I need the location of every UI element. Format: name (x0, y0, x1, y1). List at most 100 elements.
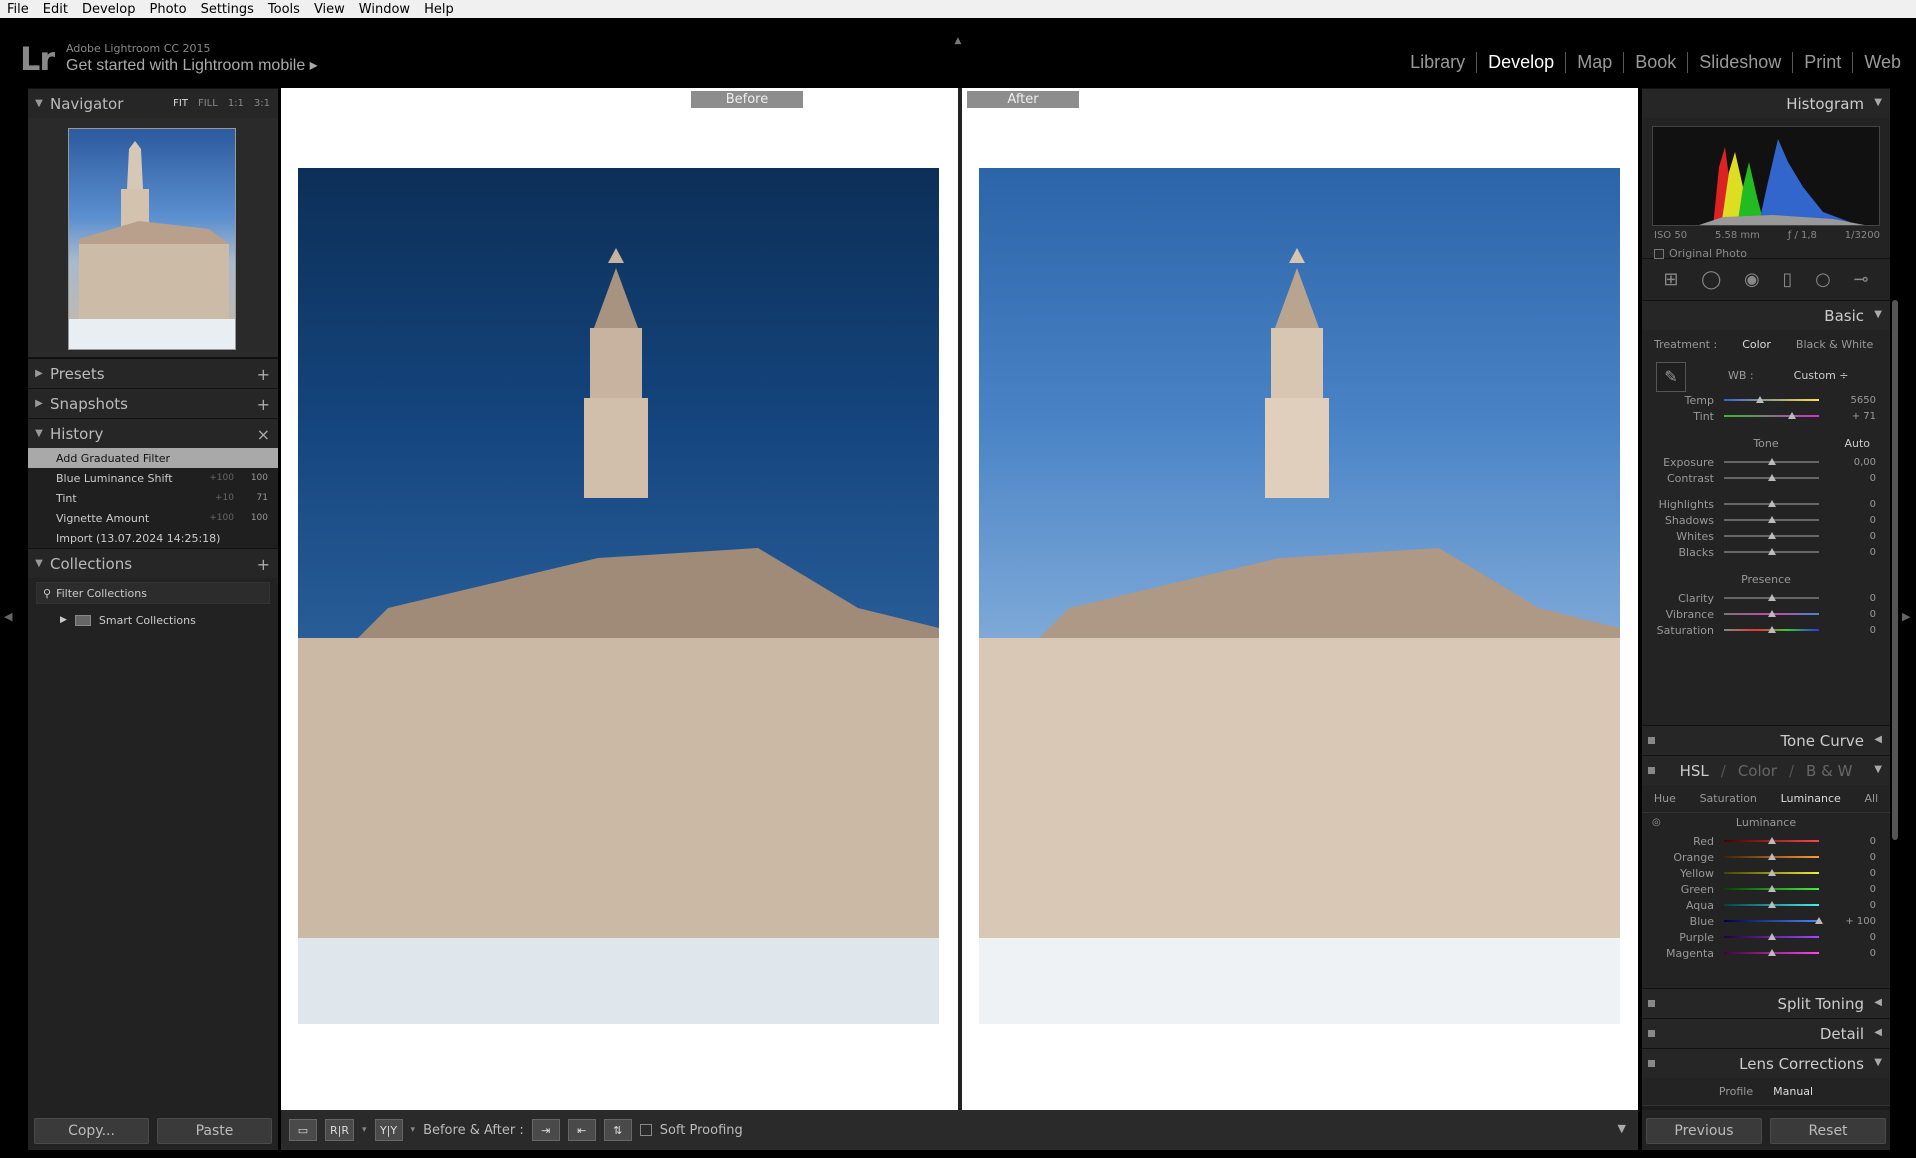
slider-knob[interactable] (1767, 458, 1776, 465)
slider-track[interactable] (1724, 949, 1819, 956)
menu-develop[interactable]: Develop (75, 2, 143, 17)
tab-manual[interactable]: Manual (1773, 1085, 1813, 1098)
slider-contrast[interactable]: Contrast 0 (1642, 470, 1890, 486)
right-panel-scrollbar[interactable] (1892, 300, 1898, 840)
panel-switch-icon[interactable] (1648, 1060, 1655, 1067)
slider-value[interactable]: 0 (1870, 499, 1876, 510)
snapshots-header[interactable]: ▶ Snapshots + (28, 388, 278, 418)
slider-track[interactable] (1724, 500, 1819, 507)
slider-value[interactable]: 5650 (1851, 395, 1876, 406)
tone-curve-header[interactable]: Tone Curve ◀ (1642, 725, 1890, 755)
slider-track[interactable] (1724, 901, 1819, 908)
copy-button[interactable]: Copy... (34, 1118, 149, 1144)
module-web[interactable]: Web (1852, 52, 1912, 73)
slider-value[interactable]: 0 (1870, 625, 1876, 636)
slider-value[interactable]: 0 (1870, 884, 1876, 895)
graduated-filter-icon[interactable]: ▯ (1782, 269, 1792, 290)
slider-vibrance[interactable]: Vibrance 0 (1642, 606, 1890, 622)
slider-track[interactable] (1724, 458, 1819, 465)
module-slideshow[interactable]: Slideshow (1687, 52, 1792, 73)
tab-luminance[interactable]: Luminance (1781, 792, 1841, 805)
slider-track[interactable] (1724, 837, 1819, 844)
slider-track[interactable] (1724, 610, 1819, 617)
slider-tint[interactable]: Tint + 71 (1642, 408, 1890, 424)
tab-saturation[interactable]: Saturation (1700, 792, 1757, 805)
menu-file[interactable]: File (0, 2, 36, 17)
clear-history-icon[interactable]: × (257, 425, 270, 444)
slider-track[interactable] (1724, 532, 1819, 539)
adjustment-brush-icon[interactable]: ⊸ (1854, 269, 1869, 290)
menu-photo[interactable]: Photo (142, 2, 193, 17)
slider-knob[interactable] (1767, 532, 1776, 539)
slider-temp[interactable]: Temp 5650 (1642, 392, 1890, 408)
menu-settings[interactable]: Settings (194, 2, 261, 17)
slider-track[interactable] (1724, 626, 1819, 633)
eyedropper-icon[interactable]: ✎ (1656, 362, 1686, 392)
slider-value[interactable]: 0 (1870, 531, 1876, 542)
smart-collections-item[interactable]: ▶ Smart Collections (28, 608, 278, 632)
before-photo[interactable] (298, 168, 939, 1024)
slider-aqua[interactable]: Aqua 0 (1642, 897, 1890, 913)
paste-button[interactable]: Paste (157, 1118, 272, 1144)
slider-track[interactable] (1724, 548, 1819, 555)
filter-collections-input[interactable]: ⚲ Filter Collections (36, 582, 270, 604)
slider-track[interactable] (1724, 412, 1819, 419)
collapse-right-arrow-icon[interactable]: ▶ (1902, 610, 1910, 623)
history-header[interactable]: ▼ History × (28, 418, 278, 448)
histogram-graph[interactable] (1652, 126, 1880, 226)
slider-knob[interactable] (1767, 500, 1776, 507)
lens-corrections-header[interactable]: Lens Corrections ▼ (1642, 1048, 1890, 1078)
menu-tools[interactable]: Tools (261, 2, 307, 17)
slider-highlights[interactable]: Highlights 0 (1642, 496, 1890, 512)
auto-button[interactable]: Auto (1844, 434, 1870, 454)
slider-knob[interactable] (1767, 626, 1776, 633)
slider-value[interactable]: 0 (1870, 547, 1876, 558)
module-print[interactable]: Print (1792, 52, 1852, 73)
slider-shadows[interactable]: Shadows 0 (1642, 512, 1890, 528)
swap-before-after-icon[interactable]: ⇅ (603, 1119, 632, 1141)
slider-knob[interactable] (1767, 474, 1776, 481)
slider-clarity[interactable]: Clarity 0 (1642, 590, 1890, 606)
slider-value[interactable]: 0,00 (1854, 457, 1876, 468)
loupe-view-button[interactable]: ▭ (289, 1119, 317, 1141)
slider-value[interactable]: 0 (1870, 593, 1876, 604)
panel-switch-icon[interactable] (1648, 1030, 1655, 1037)
slider-track[interactable] (1724, 917, 1823, 924)
slider-knob[interactable] (1767, 949, 1776, 956)
panel-switch-icon[interactable] (1648, 1000, 1655, 1007)
collapse-top-arrow-icon[interactable]: ▲ (951, 36, 965, 46)
zoom-3-1[interactable]: 3:1 (254, 98, 270, 109)
slider-knob[interactable] (1756, 396, 1765, 403)
slider-knob[interactable] (1767, 594, 1776, 601)
slider-value[interactable]: 0 (1870, 932, 1876, 943)
slider-exposure[interactable]: Exposure 0,00 (1642, 454, 1890, 470)
slider-track[interactable] (1724, 869, 1819, 876)
zoom-1-1[interactable]: 1:1 (228, 98, 244, 109)
basic-header[interactable]: Basic ▼ (1642, 300, 1890, 330)
slider-track[interactable] (1724, 885, 1819, 892)
slider-knob[interactable] (1815, 917, 1823, 924)
slider-track[interactable] (1724, 933, 1819, 940)
menu-edit[interactable]: Edit (36, 2, 75, 17)
crop-icon[interactable]: ⊞ (1663, 269, 1678, 290)
original-photo-toggle[interactable]: Original Photo (1654, 247, 1747, 260)
red-eye-icon[interactable]: ◉ (1744, 269, 1760, 290)
slider-value[interactable]: 0 (1870, 836, 1876, 847)
slider-track[interactable] (1724, 396, 1819, 403)
before-after-yy-button[interactable]: Y|Y (374, 1119, 403, 1141)
chevron-down-icon[interactable]: ▾ (411, 1125, 416, 1135)
detail-header[interactable]: Detail ◀ (1642, 1018, 1890, 1048)
add-collection-icon[interactable]: + (257, 555, 270, 574)
hsl-title[interactable]: HSL (1680, 762, 1709, 780)
tab-hue[interactable]: Hue (1654, 792, 1676, 805)
slider-value[interactable]: 0 (1870, 473, 1876, 484)
slider-blue[interactable]: Blue + 100 (1642, 913, 1890, 929)
slider-knob[interactable] (1767, 901, 1776, 908)
slider-knob[interactable] (1767, 516, 1776, 523)
hsl-header[interactable]: HSL / Color / B & W ▼ (1642, 755, 1890, 785)
history-item[interactable]: Vignette Amount +100 100 (28, 508, 278, 528)
treatment-color[interactable]: Color (1742, 338, 1771, 351)
module-book[interactable]: Book (1623, 52, 1687, 73)
spot-removal-icon[interactable]: ◯ (1701, 269, 1721, 290)
slider-knob[interactable] (1767, 885, 1776, 892)
